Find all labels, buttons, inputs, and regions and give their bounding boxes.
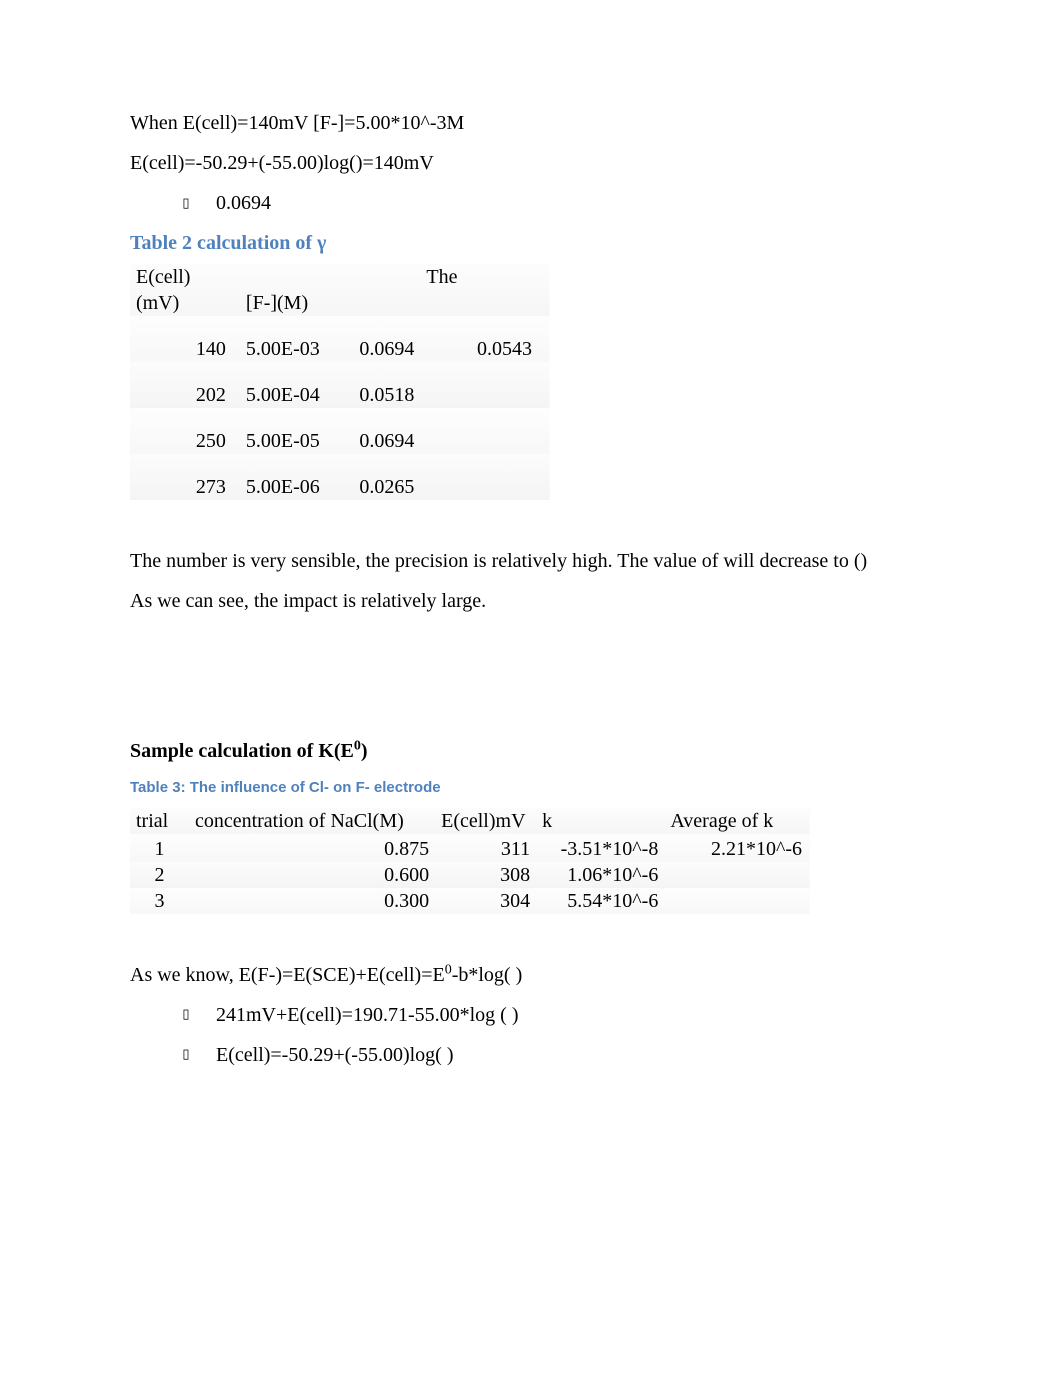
table3-r1c1: 1: [130, 834, 189, 862]
table3-h5: Average of k: [664, 808, 810, 834]
table3-header-row: trial concentration of NaCl(M) E(cell)mV…: [130, 808, 810, 834]
table3-caption-text: Table 3: The influence of Cl- on F- elec…: [130, 779, 441, 796]
bullet-glyph-icon: ▯: [180, 1046, 192, 1063]
table-3: trial concentration of NaCl(M) E(cell)mV…: [130, 808, 810, 914]
table3-r3c2: 0.300: [189, 888, 435, 914]
table2-r1c3: 0.0694: [342, 316, 421, 362]
table3-row-2: 2 0.600 308 1.06*10^-6: [130, 862, 810, 888]
table3-h2: concentration of NaCl(M): [189, 808, 435, 834]
table2-r4c2: 5.00E-06: [240, 454, 342, 500]
table3-r3c1: 3: [130, 888, 189, 914]
table3-row-1: 1 0.875 311 -3.51*10^-8 2.21*10^-6: [130, 834, 810, 862]
paragraph-ecell-eq: E(cell)=-50.29+(-55.00)log()=140mV: [130, 150, 932, 176]
bullet-text: 0.0694: [216, 190, 271, 216]
table3-r1c4: -3.51*10^-8: [536, 834, 664, 862]
table3-r3c4: 5.54*10^-6: [536, 888, 664, 914]
table2-r4c1: 273: [130, 454, 240, 500]
table3-r2c3: 308: [435, 862, 536, 888]
paragraph-as-we-know: As we know, E(F-)=E(SCE)+E(cell)=E0-b*lo…: [130, 962, 932, 988]
table3-r2c4: 1.06*10^-6: [536, 862, 664, 888]
paragraph-impact: As we can see, the impact is relatively …: [130, 588, 932, 614]
bullet-item-3: ▯ E(cell)=-50.29+(-55.00)log( ): [130, 1042, 932, 1068]
table2-header-row: E(cell) (mV) [F-](M) The: [130, 264, 550, 316]
heading-sample-calc-sup: 0: [354, 738, 361, 753]
table3-r3c5: [664, 888, 810, 914]
table2-row-4: 273 5.00E-06 0.0265: [130, 454, 550, 500]
table2-caption-text: Table 2 calculation of γ: [130, 232, 326, 254]
table2-r4c3: 0.0265: [342, 454, 421, 500]
table3-caption: Table 3: The influence of Cl- on F- elec…: [130, 778, 932, 798]
table2-r2c4: [420, 362, 550, 408]
p6-sup: 0: [445, 962, 452, 977]
bullet-text: E(cell)=-50.29+(-55.00)log( ): [216, 1042, 453, 1068]
table2-r3c1: 250: [130, 408, 240, 454]
table2-r4c4: [420, 454, 550, 500]
table3-row-3: 3 0.300 304 5.54*10^-6: [130, 888, 810, 914]
table2-h3: [342, 264, 421, 316]
table2-r1c1: 140: [130, 316, 240, 362]
table3-h3: E(cell)mV: [435, 808, 536, 834]
table3-h1: trial: [130, 808, 189, 834]
table2-caption: Table 2 calculation of γ: [130, 230, 932, 256]
table2-r3c3: 0.0694: [342, 408, 421, 454]
table3-r1c3: 311: [435, 834, 536, 862]
table2-h2: [F-](M): [240, 264, 342, 316]
table-2: E(cell) (mV) [F-](M) The 140 5.00E-03 0.…: [130, 264, 550, 500]
table2-r2c3: 0.0518: [342, 362, 421, 408]
table3-r1c5: 2.21*10^-6: [664, 834, 810, 862]
heading-sample-calc-a: Sample calculation of K(E: [130, 740, 354, 762]
heading-sample-calc-b: ): [361, 740, 368, 762]
table2-row-1: 140 5.00E-03 0.0694 0.0543: [130, 316, 550, 362]
table2-r2c1: 202: [130, 362, 240, 408]
table2-r1c4: 0.0543: [420, 316, 550, 362]
bullet-item-2: ▯ 241mV+E(cell)=190.71-55.00*log ( ): [130, 1002, 932, 1028]
table2-r2c2: 5.00E-04: [240, 362, 342, 408]
table2-r3c4: [420, 408, 550, 454]
table2-h1: E(cell) (mV): [130, 264, 240, 316]
heading-sample-calc: Sample calculation of K(E0): [130, 738, 932, 764]
table3-h4: k: [536, 808, 664, 834]
paragraph-sensible: The number is very sensible, the precisi…: [130, 548, 932, 574]
table2-r3c2: 5.00E-05: [240, 408, 342, 454]
table2-row-2: 202 5.00E-04 0.0518: [130, 362, 550, 408]
p6-a: As we know, E(F-)=E(SCE)+E(cell)=E: [130, 964, 445, 986]
bullet-glyph-icon: ▯: [180, 195, 192, 212]
table2-r1c2: 5.00E-03: [240, 316, 342, 362]
table3-r3c3: 304: [435, 888, 536, 914]
bullet-glyph-icon: ▯: [180, 1006, 192, 1023]
table2-h4: The: [420, 264, 550, 316]
table3-r2c1: 2: [130, 862, 189, 888]
table3-r2c5: [664, 862, 810, 888]
p6-b: -b*log( ): [452, 964, 523, 986]
paragraph-when-ecell: When E(cell)=140mV [F-]=5.00*10^-3M: [130, 110, 932, 136]
bullet-item-1: ▯ 0.0694: [130, 190, 932, 216]
bullet-text: 241mV+E(cell)=190.71-55.00*log ( ): [216, 1002, 519, 1028]
table2-row-3: 250 5.00E-05 0.0694: [130, 408, 550, 454]
table3-r2c2: 0.600: [189, 862, 435, 888]
table3-r1c2: 0.875: [189, 834, 435, 862]
